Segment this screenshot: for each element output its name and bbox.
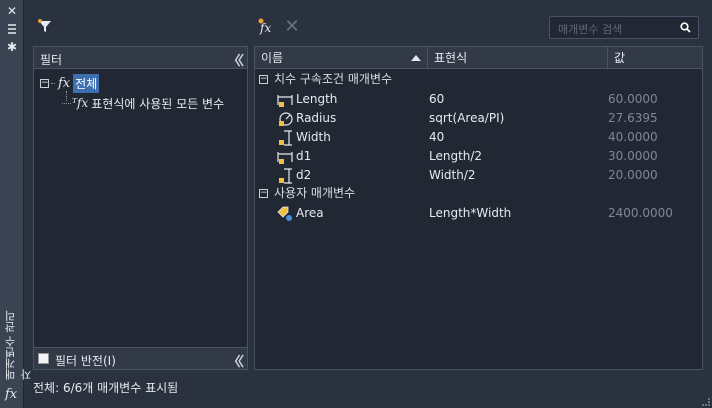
sort-ascending-icon bbox=[411, 55, 421, 61]
funnel-filter-icon bbox=[38, 19, 51, 32]
cell-name: Radius bbox=[296, 111, 337, 125]
delete-parameter-button[interactable]: ✕ bbox=[282, 15, 302, 37]
cell-expression[interactable]: Length/2 bbox=[429, 147, 482, 166]
vertical-constraint-icon bbox=[279, 168, 292, 184]
cell-name: d2 bbox=[296, 168, 312, 182]
tree-item-expression-vars[interactable]: ᵀfx 표현식에 사용된 모든 변수 bbox=[40, 91, 224, 113]
double-chevron-left-icon[interactable]: 〈〈 bbox=[227, 50, 243, 69]
table-row[interactable]: d2 Width/2 20.0000 bbox=[255, 166, 702, 185]
filter-button[interactable] bbox=[36, 16, 54, 36]
tree-item-all[interactable]: − fx 전체 bbox=[40, 73, 224, 93]
double-chevron-left-icon[interactable]: 〈〈 bbox=[227, 351, 243, 370]
column-header-value[interactable]: 값 bbox=[608, 47, 704, 69]
fx-icon: fx bbox=[5, 387, 18, 402]
vertical-constraint-icon bbox=[279, 130, 292, 146]
filter-panel-footer: 필터 반전(I) 〈〈 bbox=[34, 347, 247, 370]
tree-line bbox=[62, 102, 71, 104]
column-header-name[interactable]: 이름 bbox=[255, 47, 428, 69]
cell-name: d1 bbox=[296, 149, 312, 163]
column-header-expression[interactable]: 표현식 bbox=[428, 47, 608, 69]
invert-filter-label[interactable]: 필터 반전(I) bbox=[55, 352, 116, 369]
group-title: 치수 구속조건 매개변수 bbox=[274, 72, 393, 86]
collapse-icon[interactable]: − bbox=[259, 189, 268, 198]
parameter-grid: 이름 표현식 값 − 치수 구속조건 매개변수 Length 60 60.000… bbox=[254, 46, 703, 370]
cell-expression[interactable]: Width/2 bbox=[429, 166, 476, 185]
cell-value: 60.0000 bbox=[608, 92, 658, 106]
palette-title-bar[interactable]: ✕ ✱ 매개변수 관리자 fx bbox=[0, 0, 33, 408]
resize-grip[interactable] bbox=[702, 398, 710, 406]
table-row[interactable]: Radius sqrt(Area/PI) 27.6395 bbox=[255, 109, 702, 128]
new-parameter-button[interactable]: fx bbox=[256, 16, 276, 36]
column-header-label: 값 bbox=[614, 51, 626, 65]
search-placeholder: 매개변수 검색 bbox=[558, 23, 623, 36]
fx-icon: fx bbox=[58, 75, 71, 91]
radial-constraint-icon bbox=[279, 112, 293, 126]
cell-value: 20.0000 bbox=[608, 168, 658, 182]
cell-value: 30.0000 bbox=[608, 149, 658, 163]
magnifier-icon[interactable] bbox=[680, 22, 691, 33]
linear-constraint-icon bbox=[277, 152, 293, 164]
tree-item-label[interactable]: 전체 bbox=[73, 73, 100, 93]
filter-panel: 필터 〈〈 − fx 전체 ᵀfx 표현식에 사용된 모든 변수 필터 반전(I… bbox=[33, 46, 248, 370]
cell-name: Area bbox=[296, 206, 324, 220]
cell-value: 40.0000 bbox=[608, 130, 658, 144]
invert-filter-checkbox[interactable] bbox=[38, 353, 49, 364]
tree-line bbox=[66, 91, 67, 101]
cell-expression[interactable]: Length*Width bbox=[429, 204, 511, 223]
cell-name: Width bbox=[296, 130, 331, 144]
search-field[interactable]: 매개변수 검색 bbox=[549, 16, 699, 39]
group-dimensional-constraints[interactable]: − 치수 구속조건 매개변수 bbox=[255, 70, 702, 89]
linear-constraint-icon bbox=[277, 95, 293, 107]
filter-header-label: 필터 bbox=[40, 53, 63, 67]
delete-x-icon: ✕ bbox=[284, 15, 300, 37]
cell-value: 27.6395 bbox=[608, 111, 658, 125]
group-user-parameters[interactable]: − 사용자 매개변수 bbox=[255, 184, 702, 203]
collapse-icon[interactable]: − bbox=[40, 78, 49, 88]
tree-line bbox=[51, 82, 55, 84]
close-icon[interactable]: ✕ bbox=[5, 4, 19, 18]
cell-expression[interactable]: 60 bbox=[429, 90, 444, 109]
filter-fx-icon: ᵀfx bbox=[72, 96, 89, 110]
cell-expression[interactable]: 40 bbox=[429, 128, 444, 147]
cell-expression[interactable]: sqrt(Area/PI) bbox=[429, 109, 504, 128]
properties-gear-icon[interactable]: ✱ bbox=[5, 40, 19, 54]
table-row[interactable]: Width 40 40.0000 bbox=[255, 128, 702, 147]
collapse-icon[interactable]: − bbox=[259, 75, 268, 84]
grid-header: 이름 표현식 값 bbox=[255, 47, 702, 69]
table-row[interactable]: Area Length*Width 2400.0000 bbox=[255, 204, 702, 223]
tree-item-label[interactable]: 표현식에 사용된 모든 변수 bbox=[91, 95, 224, 112]
cell-value: 2400.0000 bbox=[608, 206, 673, 220]
new-user-parameter-icon: fx bbox=[258, 18, 271, 35]
filter-tree: − fx 전체 ᵀfx 표현식에 사용된 모든 변수 bbox=[40, 73, 224, 113]
group-title: 사용자 매개변수 bbox=[274, 186, 356, 200]
user-parameter-icon bbox=[277, 206, 292, 221]
table-row[interactable]: d1 Length/2 30.0000 bbox=[255, 147, 702, 166]
filter-panel-header: 필터 〈〈 bbox=[34, 47, 247, 69]
cell-name: Length bbox=[296, 92, 338, 106]
column-header-label: 이름 bbox=[261, 51, 284, 65]
status-text: 전체: 6/6개 매개변수 표시됨 bbox=[33, 381, 179, 395]
auto-hide-icon[interactable] bbox=[5, 22, 19, 36]
table-row[interactable]: Length 60 60.0000 bbox=[255, 90, 702, 109]
palette-title: 매개변수 관리자 bbox=[4, 310, 33, 381]
column-header-label: 표현식 bbox=[434, 51, 468, 65]
